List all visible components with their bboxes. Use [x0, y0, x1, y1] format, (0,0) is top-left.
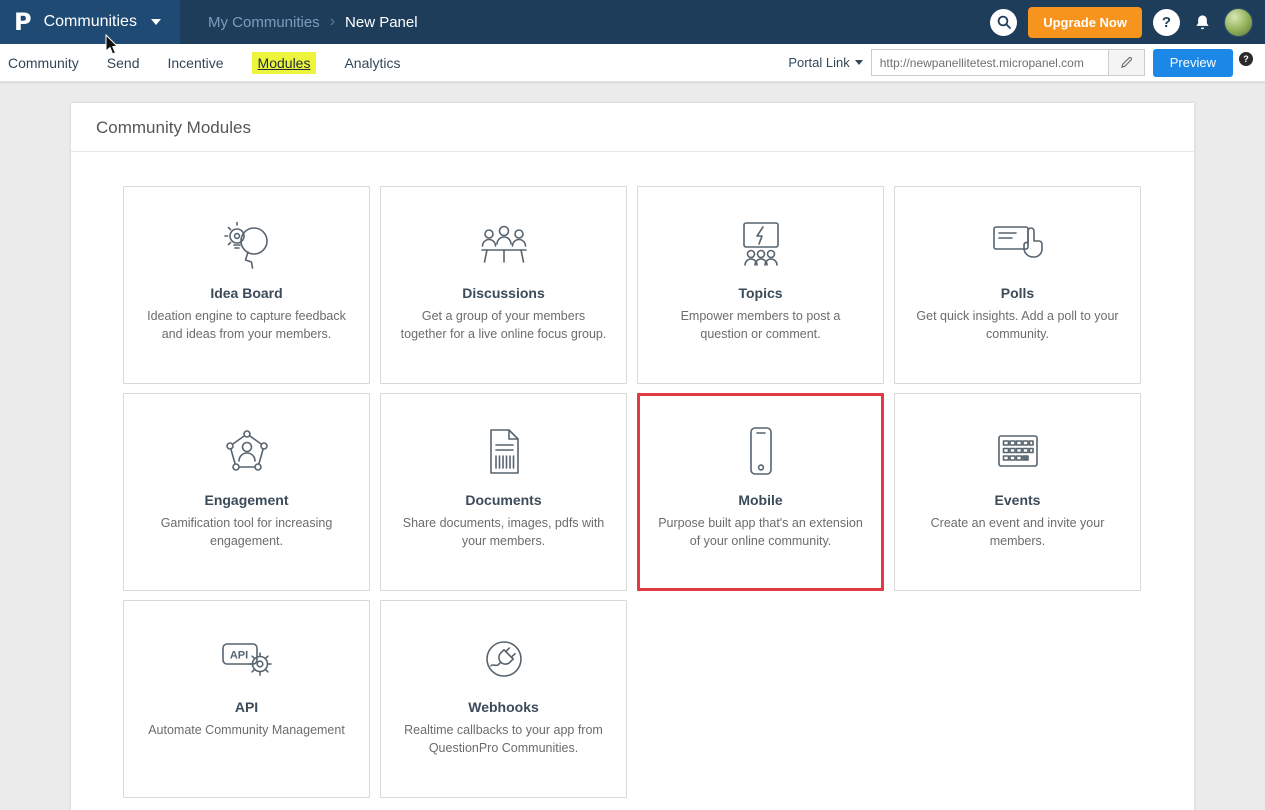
breadcrumb: My Communities › New Panel: [208, 13, 418, 31]
module-description: Gamification tool for increasing engagem…: [124, 514, 369, 550]
upgrade-now-button[interactable]: Upgrade Now: [1028, 7, 1142, 38]
module-title: API: [124, 699, 369, 715]
search-icon: [997, 15, 1011, 29]
module-card-webhooks[interactable]: Webhooks Realtime callbacks to your app …: [380, 600, 627, 798]
svg-text:API: API: [229, 650, 247, 662]
module-title: Mobile: [640, 492, 881, 508]
chevron-down-icon: [151, 19, 161, 25]
discussions-icon: [381, 207, 626, 283]
module-title: Polls: [895, 285, 1140, 301]
module-title: Events: [895, 492, 1140, 508]
module-title: Engagement: [124, 492, 369, 508]
top-header: P Communities My Communities › New Panel…: [0, 0, 1265, 44]
module-description: Realtime callbacks to your app from Ques…: [381, 721, 626, 757]
tab-send[interactable]: Send: [107, 55, 140, 71]
module-card-topics[interactable]: Topics Empower members to post a questio…: [637, 186, 884, 384]
module-description: Purpose built app that's an extension of…: [640, 514, 881, 550]
breadcrumb-parent[interactable]: My Communities: [208, 14, 320, 31]
module-description: Empower members to post a question or co…: [638, 307, 883, 343]
module-title: Documents: [381, 492, 626, 508]
portal-link-label: Portal Link: [788, 55, 849, 70]
product-switcher[interactable]: P Communities: [0, 0, 180, 44]
topics-icon: [638, 207, 883, 283]
module-description: Ideation engine to capture feedback and …: [124, 307, 369, 343]
chevron-down-icon: [855, 60, 863, 65]
tab-analytics[interactable]: Analytics: [344, 55, 400, 71]
community-modules-panel: Community Modules Idea Board Id: [71, 103, 1194, 810]
breadcrumb-current: New Panel: [345, 14, 418, 31]
module-title: Topics: [638, 285, 883, 301]
notifications-button[interactable]: [1191, 11, 1213, 33]
portal-url-input[interactable]: [871, 49, 1109, 76]
documents-icon: [381, 414, 626, 490]
module-card-discussions[interactable]: Discussions Get a group of your members …: [380, 186, 627, 384]
search-button[interactable]: [990, 9, 1017, 36]
tab-incentive[interactable]: Incentive: [168, 55, 224, 71]
mobile-icon: [640, 414, 881, 490]
module-description: Get quick insights. Add a poll to your c…: [895, 307, 1140, 343]
product-menu-label: Communities: [44, 13, 137, 31]
module-card-documents[interactable]: Documents Share documents, images, pdfs …: [380, 393, 627, 591]
modules-grid: Idea Board Ideation engine to capture fe…: [71, 152, 1194, 798]
preview-button[interactable]: Preview: [1153, 49, 1233, 77]
portal-link-area: Portal Link Preview ?: [788, 49, 1253, 77]
pencil-icon: [1120, 56, 1133, 69]
tab-community[interactable]: Community: [8, 55, 79, 71]
preview-help-icon[interactable]: ?: [1239, 52, 1253, 66]
api-icon: API: [124, 621, 369, 697]
user-avatar[interactable]: [1224, 8, 1253, 37]
edit-url-button[interactable]: [1109, 49, 1145, 76]
module-card-idea-board[interactable]: Idea Board Ideation engine to capture fe…: [123, 186, 370, 384]
module-description: Get a group of your members together for…: [381, 307, 626, 343]
nav-tabs: Community Send Incentive Modules Analyti…: [8, 52, 401, 74]
tab-modules[interactable]: Modules: [252, 52, 317, 74]
module-title: Discussions: [381, 285, 626, 301]
module-title: Idea Board: [124, 285, 369, 301]
bell-icon: [1193, 13, 1212, 32]
header-actions: Upgrade Now ?: [990, 7, 1265, 38]
idea-board-icon: [124, 207, 369, 283]
engagement-icon: [124, 414, 369, 490]
module-description: Share documents, images, pdfs with your …: [381, 514, 626, 550]
breadcrumb-separator: ›: [330, 13, 335, 31]
page-title: Community Modules: [71, 103, 1194, 152]
help-button[interactable]: ?: [1153, 9, 1180, 36]
events-icon: [895, 414, 1140, 490]
module-card-api[interactable]: API API Automate Community Management: [123, 600, 370, 798]
module-nav: Community Send Incentive Modules Analyti…: [0, 44, 1265, 82]
module-card-mobile[interactable]: Mobile Purpose built app that's an exten…: [637, 393, 884, 591]
module-card-polls[interactable]: Polls Get quick insights. Add a poll to …: [894, 186, 1141, 384]
module-description: Automate Community Management: [124, 721, 369, 739]
module-card-events[interactable]: Events Create an event and invite your m…: [894, 393, 1141, 591]
portal-link-dropdown[interactable]: Portal Link: [788, 55, 862, 70]
polls-icon: [895, 207, 1140, 283]
module-description: Create an event and invite your members.: [895, 514, 1140, 550]
webhooks-icon: [381, 621, 626, 697]
questionpro-logo: P: [14, 8, 32, 36]
question-mark-icon: ?: [1162, 14, 1171, 31]
module-title: Webhooks: [381, 699, 626, 715]
portal-url-group: [871, 49, 1145, 76]
module-card-engagement[interactable]: Engagement Gamification tool for increas…: [123, 393, 370, 591]
